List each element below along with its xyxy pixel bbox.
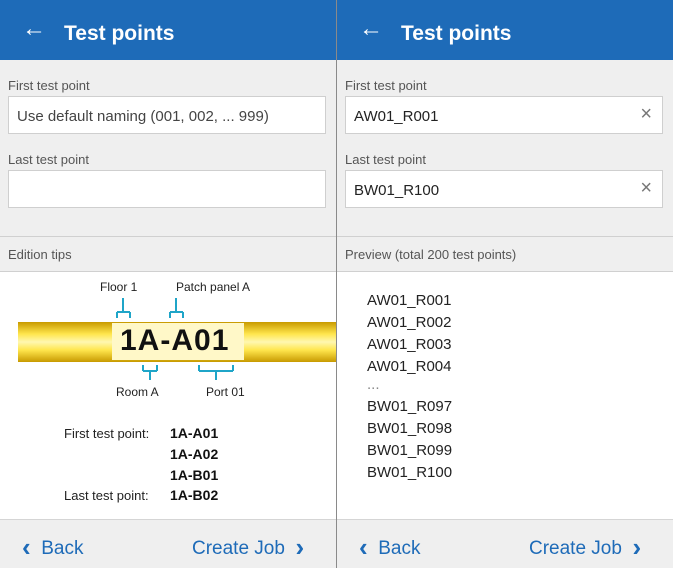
- back-button-label: Back: [41, 538, 84, 559]
- back-button[interactable]: ‹ Back: [22, 532, 83, 563]
- page-title: Test points: [401, 22, 512, 45]
- example-value: 1A-B01: [170, 467, 219, 483]
- footer-bar: ‹ Back Create Job ›: [0, 519, 336, 568]
- test-point-form: First test point Use default naming (001…: [0, 60, 336, 237]
- section-title: Edition tips: [8, 247, 72, 262]
- last-test-point-field[interactable]: BW01_R100 ×: [345, 170, 663, 208]
- test-point-form: First test point AW01_R001 × Last test p…: [337, 60, 673, 237]
- clear-icon[interactable]: ×: [640, 103, 652, 126]
- section-title: Preview (total 200 test points): [345, 247, 517, 262]
- create-job-label: Create Job: [192, 538, 285, 559]
- list-item: BW01_R100: [367, 464, 453, 481]
- app-bar: ← Test points: [337, 0, 673, 60]
- example-last-label: Last test point:: [64, 488, 149, 503]
- create-job-button[interactable]: Create Job ›: [529, 532, 641, 563]
- first-test-point-field[interactable]: Use default naming (001, 002, ... 999): [8, 96, 326, 134]
- first-test-point-label: First test point: [345, 78, 427, 93]
- right-screen: ← Test points First test point AW01_R001…: [337, 0, 673, 568]
- section-header: Preview (total 200 test points): [337, 237, 673, 272]
- chevron-right-icon: ›: [295, 532, 305, 562]
- last-test-point-label: Last test point: [345, 152, 426, 167]
- last-test-point-label: Last test point: [8, 152, 89, 167]
- first-test-point-value: AW01_R001: [354, 108, 439, 125]
- left-screen: ← Test points First test point Use defau…: [0, 0, 336, 568]
- create-job-button[interactable]: Create Job ›: [192, 532, 304, 563]
- clear-icon[interactable]: ×: [640, 177, 652, 200]
- example-value: 1A-B02: [170, 487, 219, 503]
- room-label: Room A: [116, 385, 159, 399]
- footer-bar: ‹ Back Create Job ›: [337, 519, 673, 568]
- cable-code: 1A-A01: [120, 324, 230, 357]
- back-arrow-icon[interactable]: ←: [22, 16, 46, 42]
- last-test-point-value: BW01_R100: [354, 182, 440, 199]
- first-test-point-field[interactable]: AW01_R001 ×: [345, 96, 663, 134]
- chevron-right-icon: ›: [632, 532, 642, 562]
- list-item: ...: [367, 376, 380, 393]
- section-header: Edition tips: [0, 237, 336, 272]
- list-item: BW01_R098: [367, 420, 453, 437]
- back-button[interactable]: ‹ Back: [359, 532, 420, 563]
- preview-list: AW01_R001 AW01_R002 AW01_R003 AW01_R004 …: [367, 290, 452, 484]
- list-item: BW01_R099: [367, 442, 453, 459]
- example-value: 1A-A01: [170, 425, 219, 441]
- list-item: AW01_R004: [367, 358, 452, 375]
- port-label: Port 01: [206, 385, 245, 399]
- app-bar: ← Test points: [0, 0, 336, 60]
- page-title: Test points: [64, 22, 175, 45]
- last-test-point-field[interactable]: [8, 170, 326, 208]
- list-item: AW01_R003: [367, 336, 452, 353]
- chevron-left-icon: ‹: [359, 532, 368, 562]
- first-test-point-value: Use default naming (001, 002, ... 999): [17, 108, 269, 125]
- edition-tips-content: Floor 1 Patch panel A 1A-A01 Room A Port…: [0, 272, 336, 519]
- preview-content: AW01_R001 AW01_R002 AW01_R003 AW01_R004 …: [337, 272, 673, 519]
- first-test-point-label: First test point: [8, 78, 90, 93]
- create-job-label: Create Job: [529, 538, 622, 559]
- chevron-left-icon: ‹: [22, 532, 31, 562]
- back-button-label: Back: [378, 538, 421, 559]
- list-item: AW01_R002: [367, 314, 452, 331]
- example-value: 1A-A02: [170, 446, 219, 462]
- list-item: AW01_R001: [367, 292, 452, 309]
- list-item: BW01_R097: [367, 398, 453, 415]
- back-arrow-icon[interactable]: ←: [359, 16, 383, 42]
- example-first-label: First test point:: [64, 426, 150, 441]
